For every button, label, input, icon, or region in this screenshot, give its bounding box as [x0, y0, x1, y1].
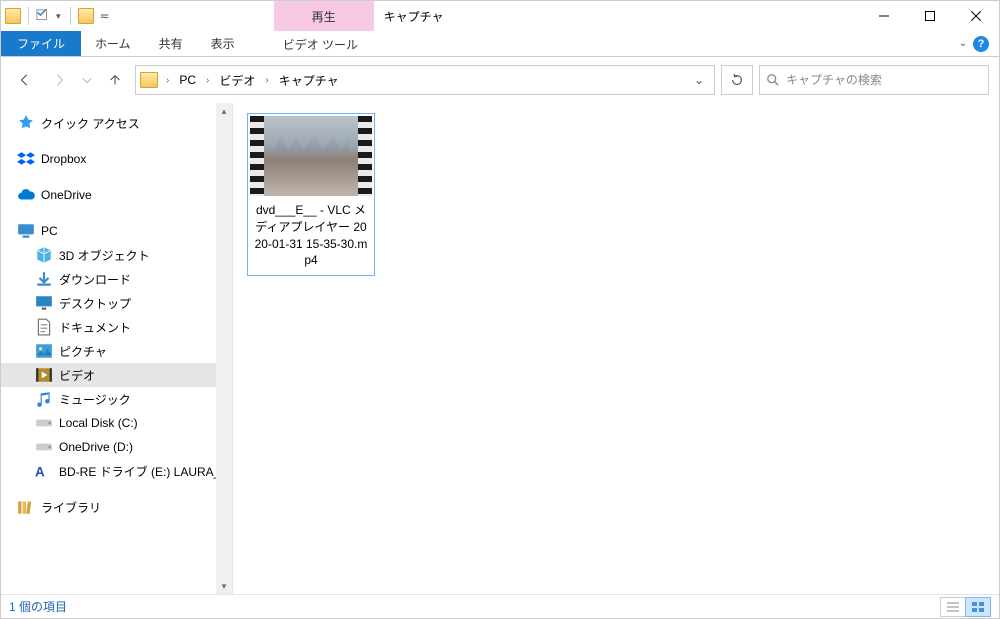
tree-libraries[interactable]: ライブラリ — [1, 495, 232, 519]
tree-pc[interactable]: PC — [1, 219, 232, 243]
address-bar[interactable]: › PC › ビデオ › キャプチャ ⌄ — [135, 65, 715, 95]
file-name-label: dvd___E__ - VLC メディアプレイヤー 2020-01-31 15-… — [250, 196, 372, 273]
tab-video-tools[interactable]: ビデオ ツール — [267, 31, 374, 56]
folder-icon — [140, 72, 158, 88]
tree-desktop[interactable]: デスクトップ — [1, 291, 232, 315]
status-bar: 1 個の項目 — [1, 594, 999, 618]
tab-view[interactable]: 表示 — [197, 31, 249, 56]
icons-view-button[interactable] — [965, 597, 991, 617]
tab-file[interactable]: ファイル — [1, 31, 81, 56]
dropbox-icon — [17, 150, 35, 168]
disc-drive-icon: A — [35, 462, 53, 480]
tree-onedrive[interactable]: OneDrive — [1, 183, 232, 207]
tree-downloads[interactable]: ダウンロード — [1, 267, 232, 291]
ribbon-tabs: ファイル ホーム 共有 表示 ビデオ ツール ⌄ ? — [1, 31, 999, 57]
search-icon — [766, 73, 780, 87]
breadcrumb-video[interactable]: ビデオ — [213, 66, 261, 94]
tree-dropbox[interactable]: Dropbox — [1, 147, 232, 171]
library-icon — [17, 498, 35, 516]
file-list-area[interactable]: dvd___E__ - VLC メディアプレイヤー 2020-01-31 15-… — [233, 103, 999, 594]
cloud-icon — [17, 186, 35, 204]
tree-onedrive-d[interactable]: OneDrive (D:) — [1, 435, 232, 459]
scrollbar-track[interactable] — [216, 103, 232, 594]
pc-icon — [17, 222, 35, 240]
file-item[interactable]: dvd___E__ - VLC メディアプレイヤー 2020-01-31 15-… — [247, 113, 375, 276]
tree-quick-access[interactable]: クイック アクセス — [1, 111, 232, 135]
folder-icon — [5, 8, 21, 24]
breadcrumb-capture[interactable]: キャプチャ — [273, 66, 345, 94]
forward-button[interactable] — [45, 66, 73, 94]
tree-bdre-drive-e[interactable]: ABD-RE ドライブ (E:) LAURA_RE — [1, 459, 232, 483]
navigation-bar: › PC › ビデオ › キャプチャ ⌄ — [1, 57, 999, 103]
address-dropdown-icon[interactable]: ⌄ — [688, 73, 710, 87]
breadcrumb-pc[interactable]: PC — [173, 66, 202, 94]
chevron-right-icon[interactable]: › — [204, 66, 211, 94]
qat-overflow-icon[interactable]: ≂ — [98, 9, 110, 23]
qat-properties-icon[interactable] — [36, 9, 50, 23]
star-icon — [17, 114, 35, 132]
search-box[interactable] — [759, 65, 989, 95]
navigation-pane[interactable]: ▴ ▾ クイック アクセス Dropbox OneDrive PC 3D オブジ… — [1, 103, 233, 594]
item-count: 1 個の項目 — [9, 598, 67, 615]
maximize-button[interactable] — [907, 1, 953, 31]
music-icon — [35, 390, 53, 408]
document-icon — [35, 318, 53, 336]
separator — [28, 7, 29, 25]
minimize-button[interactable] — [861, 1, 907, 31]
disk-icon — [35, 414, 53, 432]
separator — [70, 7, 71, 25]
title-bar: ▾ ≂ 再生 キャプチャ — [1, 1, 999, 31]
tree-3d-objects[interactable]: 3D オブジェクト — [1, 243, 232, 267]
qat-dropdown-icon[interactable]: ▾ — [54, 11, 63, 22]
video-icon — [35, 366, 53, 384]
explorer-body: ▴ ▾ クイック アクセス Dropbox OneDrive PC 3D オブジ… — [1, 103, 999, 594]
tree-pictures[interactable]: ピクチャ — [1, 339, 232, 363]
tree-local-disk-c[interactable]: Local Disk (C:) — [1, 411, 232, 435]
chevron-right-icon[interactable]: › — [263, 66, 270, 94]
folder-icon — [78, 8, 94, 24]
tree-documents[interactable]: ドキュメント — [1, 315, 232, 339]
chevron-right-icon[interactable]: › — [164, 66, 171, 94]
details-view-button[interactable] — [940, 597, 966, 617]
scroll-up-icon[interactable]: ▴ — [216, 103, 232, 119]
ribbon-expand-icon[interactable]: ⌄ — [959, 38, 967, 49]
view-switcher — [941, 597, 991, 617]
desktop-icon — [35, 294, 53, 312]
close-button[interactable] — [953, 1, 999, 31]
context-tab-play: 再生 — [274, 1, 374, 31]
window-controls — [861, 1, 999, 31]
scroll-down-icon[interactable]: ▾ — [216, 578, 232, 594]
svg-text:A: A — [35, 465, 45, 480]
tab-home[interactable]: ホーム — [81, 31, 145, 56]
tree-videos[interactable]: ビデオ — [1, 363, 232, 387]
search-input[interactable] — [786, 73, 982, 87]
picture-icon — [35, 342, 53, 360]
recent-dropdown-icon[interactable] — [79, 66, 95, 94]
tree-music[interactable]: ミュージック — [1, 387, 232, 411]
disk-icon — [35, 438, 53, 456]
quick-access-toolbar: ▾ ≂ — [1, 1, 114, 31]
download-icon — [35, 270, 53, 288]
cube-icon — [35, 246, 53, 264]
window-title: キャプチャ — [374, 1, 861, 31]
tab-share[interactable]: 共有 — [145, 31, 197, 56]
up-button[interactable] — [101, 66, 129, 94]
help-icon[interactable]: ? — [973, 36, 989, 52]
back-button[interactable] — [11, 66, 39, 94]
refresh-button[interactable] — [721, 65, 753, 95]
video-thumbnail — [250, 116, 372, 196]
